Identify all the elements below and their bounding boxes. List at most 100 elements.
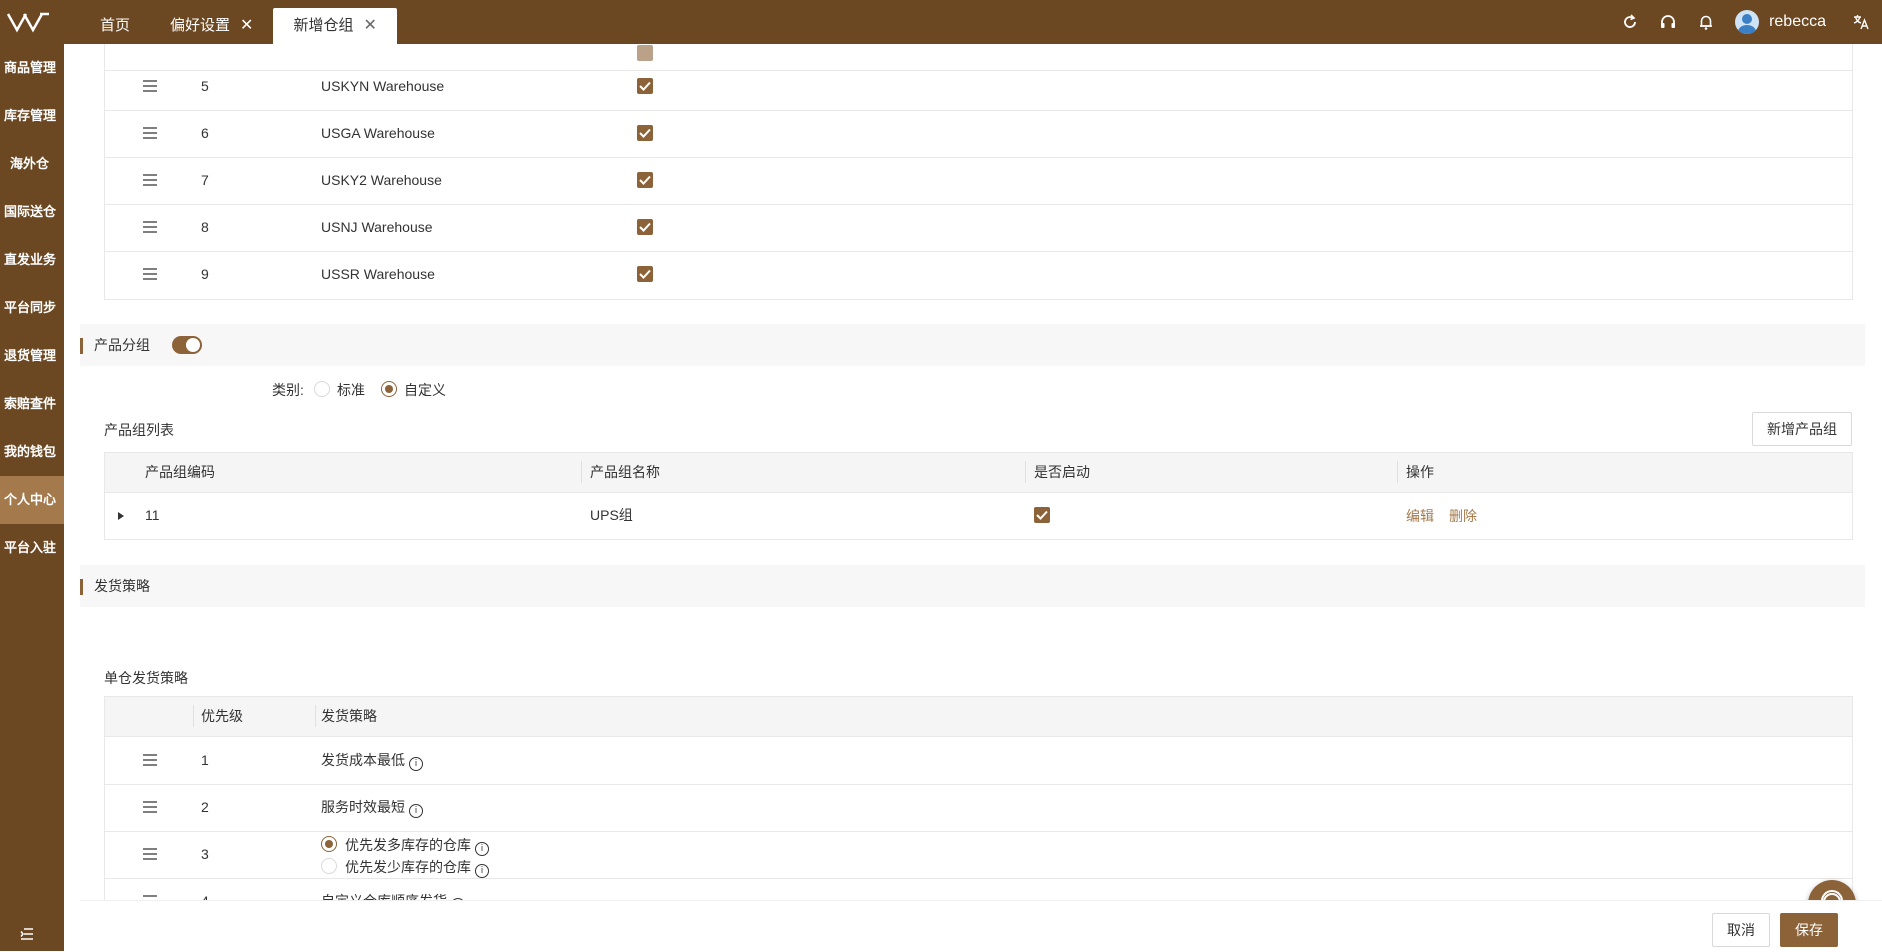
save-button[interactable]: 保存 — [1780, 913, 1838, 947]
row-index: 5 — [201, 78, 209, 94]
shipping-subtitle: 单仓发货策略 — [104, 670, 188, 686]
group-name: UPS组 — [590, 507, 633, 523]
shipping-strategy-table: 优先级 发货策略 1 发货成本最低 i 2 服务时效最短 i 3 优先发多库存的仓库… — [104, 696, 1853, 925]
drag-handle-icon[interactable] — [143, 831, 157, 878]
expand-row-icon[interactable] — [117, 493, 125, 538]
radio-less-stock[interactable] — [321, 858, 337, 874]
warehouse-name: USNJ Warehouse — [321, 219, 433, 235]
warehouse-name: USKY2 Warehouse — [321, 172, 442, 188]
sidebar-item-returns[interactable]: 退货管理 — [0, 332, 64, 380]
product-group-list-title: 产品组列表 — [104, 422, 174, 438]
cancel-button[interactable]: 取消 — [1712, 913, 1770, 947]
radio-standard[interactable] — [314, 381, 330, 397]
enabled-checkbox[interactable] — [637, 78, 653, 94]
enabled-checkbox[interactable] — [637, 172, 653, 188]
shipping-section-header: 发货策略 — [80, 565, 1865, 607]
priority: 3 — [201, 846, 209, 862]
table-row: 8 USNJ Warehouse — [105, 204, 1852, 252]
tab-label: 偏好设置 — [170, 17, 231, 34]
row-index: 9 — [201, 266, 209, 282]
table-row: 2 服务时效最短 i — [105, 784, 1852, 832]
edit-link[interactable]: 编辑 — [1406, 506, 1434, 526]
enabled-checkbox[interactable] — [637, 125, 653, 141]
tab-preferences[interactable]: 偏好设置 ✕ — [150, 8, 273, 44]
drag-handle-icon[interactable] — [143, 63, 157, 110]
info-icon[interactable]: i — [409, 804, 423, 818]
row-index: 8 — [201, 219, 209, 235]
table-row: 1 发货成本最低 i — [105, 737, 1852, 785]
delete-link[interactable]: 删除 — [1449, 506, 1477, 526]
drag-handle-icon[interactable] — [143, 251, 157, 298]
main-content: 5 USKYN Warehouse 6 USGA Warehouse 7 USK… — [64, 44, 1882, 951]
headset-icon[interactable] — [1649, 0, 1687, 44]
section-accent — [80, 579, 83, 595]
group-code: 11 — [145, 507, 160, 523]
sidebar-item-direct-shipping[interactable]: 直发业务 — [0, 236, 64, 284]
radio-standard-label[interactable]: 标准 — [337, 380, 365, 400]
drag-handle-icon[interactable] — [143, 204, 157, 251]
info-icon[interactable]: i — [409, 757, 423, 771]
tab-label: 首页 — [100, 17, 131, 34]
product-group-section-header: 产品分组 — [80, 324, 1865, 366]
table-header: 优先级 发货策略 — [105, 697, 1852, 737]
sidebar-item-platform-onboarding[interactable]: 平台入驻 — [0, 524, 64, 572]
sidebar-item-products[interactable]: 商品管理 — [0, 44, 64, 92]
close-icon[interactable]: ✕ — [363, 8, 376, 44]
table-row: 6 USGA Warehouse — [105, 110, 1852, 158]
radio-custom-label[interactable]: 自定义 — [404, 380, 446, 400]
enabled-checkbox[interactable] — [637, 266, 653, 282]
option-more-stock[interactable]: 优先发多库存的仓库 i — [345, 835, 489, 856]
tab-home[interactable]: 首页 — [80, 8, 150, 44]
strategy-cell: 服务时效最短 i — [321, 784, 423, 831]
avatar[interactable] — [1735, 10, 1760, 34]
table-row: 5 USKYN Warehouse — [105, 63, 1852, 111]
sidebar-item-international-delivery[interactable]: 国际送仓 — [0, 188, 64, 236]
radio-custom[interactable] — [381, 381, 397, 397]
drag-handle-icon[interactable] — [143, 784, 157, 831]
table-header: 产品组编码 产品组名称 是否启动 操作 — [105, 453, 1852, 493]
sidebar-item-inventory[interactable]: 库存管理 — [0, 92, 64, 140]
category-label: 类别: — [272, 382, 304, 398]
sidebar-item-overseas-warehouse[interactable]: 海外仓 — [0, 140, 64, 188]
radio-more-stock[interactable] — [321, 836, 337, 852]
close-icon[interactable]: ✕ — [240, 8, 253, 44]
table-row: 9 USSR Warehouse — [105, 251, 1852, 298]
column-header: 产品组编码 — [145, 464, 215, 480]
option-less-stock[interactable]: 优先发少库存的仓库 i — [345, 857, 489, 878]
sidebar-item-platform-sync[interactable]: 平台同步 — [0, 284, 64, 332]
add-product-group-button[interactable]: 新增产品组 — [1752, 412, 1852, 446]
translate-icon[interactable] — [1846, 0, 1876, 44]
product-group-table: 产品组编码 产品组名称 是否启动 操作 11 UPS组 编辑 删除 — [104, 452, 1853, 540]
column-header: 优先级 — [201, 708, 243, 724]
strategy-label: 发货成本最低 — [321, 752, 405, 768]
row-index: 6 — [201, 125, 209, 141]
strategy-label: 服务时效最短 — [321, 799, 405, 815]
drag-handle-icon[interactable] — [143, 110, 157, 157]
footer-actions: 取消 保存 — [80, 900, 1882, 952]
refresh-icon[interactable] — [1611, 0, 1649, 44]
enabled-checkbox[interactable] — [637, 219, 653, 235]
section-accent — [80, 338, 83, 354]
info-icon[interactable]: i — [475, 864, 489, 878]
drag-handle-icon[interactable] — [143, 737, 157, 784]
username[interactable]: rebecca — [1769, 13, 1826, 31]
section-title: 产品分组 — [94, 337, 150, 353]
collapse-menu-icon[interactable] — [20, 927, 34, 945]
sidebar-item-wallet[interactable]: 我的钱包 — [0, 428, 64, 476]
column-header: 是否启动 — [1034, 464, 1090, 480]
enabled-checkbox[interactable] — [637, 45, 653, 61]
info-icon[interactable]: i — [475, 842, 489, 856]
table-row: 7 USKY2 Warehouse — [105, 157, 1852, 205]
priority: 1 — [201, 752, 209, 768]
tab-bar: 首页 偏好设置 ✕ 新增仓组 ✕ — [80, 8, 397, 44]
tab-new-warehouse-group[interactable]: 新增仓组 ✕ — [273, 8, 397, 44]
enabled-checkbox[interactable] — [1034, 507, 1050, 523]
warehouse-name: USGA Warehouse — [321, 125, 435, 141]
bell-icon[interactable] — [1687, 0, 1725, 44]
sidebar-item-personal-center[interactable]: 个人中心 — [0, 476, 64, 524]
sidebar: 商品管理 库存管理 海外仓 国际送仓 直发业务 平台同步 退货管理 索赔查件 我… — [0, 44, 64, 951]
sidebar-item-claims[interactable]: 索赔查件 — [0, 380, 64, 428]
warehouse-name: USSR Warehouse — [321, 266, 435, 282]
drag-handle-icon[interactable] — [143, 157, 157, 204]
product-group-toggle[interactable] — [172, 336, 202, 354]
